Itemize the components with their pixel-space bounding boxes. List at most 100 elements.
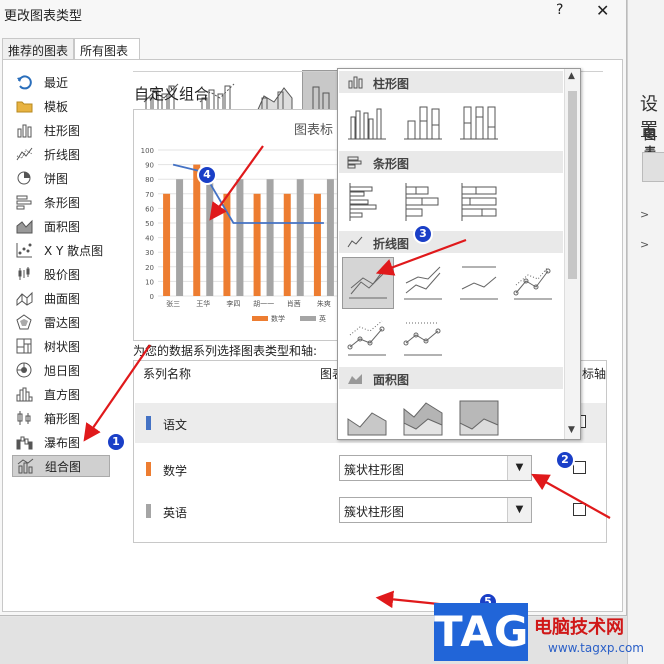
sunburst-icon [16, 362, 32, 378]
chevron-down-icon[interactable]: ▼ [507, 498, 531, 522]
category-label: 旭日图 [44, 363, 81, 378]
tab-all-charts[interactable]: 所有图表 [74, 38, 140, 60]
gallery-stacked-bar[interactable] [400, 179, 446, 225]
gallery-stacked-area[interactable] [400, 395, 446, 439]
category-column-chart[interactable]: 柱形图 [12, 119, 110, 141]
header-secondary-axis: 标轴 [582, 367, 607, 381]
background-window: 设置 图表 > > [627, 0, 664, 664]
legend-label-1: 英 [319, 314, 326, 323]
gallery-scrollbar[interactable]: ▲ ▼ [564, 69, 580, 439]
gallery-100pct-column[interactable] [456, 99, 502, 145]
category-combo-chart[interactable]: 组合图 [12, 455, 110, 477]
series-prompt-label: 为您的数据系列选择图表类型和轴: [133, 344, 318, 358]
category-label: 饼图 [44, 171, 69, 186]
y-tick-label: 60 [145, 205, 154, 213]
category-histogram[interactable]: 直方图 [12, 383, 110, 405]
waterfall-icon [16, 436, 33, 450]
category-surface-chart[interactable]: 曲面图 [12, 287, 110, 309]
x-tick-label: 肖茜 [287, 299, 301, 308]
category-label: 曲面图 [44, 291, 81, 306]
secondary-axis-checkbox[interactable] [573, 461, 586, 474]
category-label: 最近 [44, 75, 69, 90]
chevron-down-icon[interactable]: ▼ [507, 456, 531, 480]
gallery-section-label: 折线图 [373, 237, 410, 251]
surface-chart-icon [16, 291, 33, 306]
category-waterfall[interactable]: 瀑布图 [12, 431, 110, 453]
y-tick-label: 100 [141, 147, 154, 155]
gallery-clustered-column[interactable] [344, 99, 390, 145]
gallery-section-area: 面积图 [339, 367, 563, 389]
x-tick-label: 李四 [226, 299, 240, 308]
help-button[interactable]: ? [556, 2, 563, 18]
bar-1-0 [176, 179, 184, 296]
gallery-section-column: 柱形图 [339, 71, 563, 93]
watermark-site-name: 电脑技术网 [534, 617, 624, 638]
secondary-axis-checkbox[interactable] [573, 503, 586, 516]
scroll-down-icon[interactable]: ▼ [568, 425, 575, 435]
annotation-badge-1: 1 [106, 432, 126, 452]
category-folder[interactable]: 模板 [12, 95, 110, 117]
bar-0-5 [313, 193, 321, 296]
watermark-url: www.tagxp.com [548, 641, 644, 655]
custom-combo-heading: 自定义组合 [134, 85, 210, 103]
chart-type-dropdown[interactable]: 簇状柱形图 ▼ [339, 497, 532, 523]
category-area-chart[interactable]: 面积图 [12, 215, 110, 237]
category-treemap[interactable]: 树状图 [12, 335, 110, 357]
line-chart-icon [347, 236, 363, 248]
preview-chart-svg: 0 10 20 30 40 50 60 70 80 90 100 张三 王华 李四 胡一一 肖茜 朱爽数学 英 [141, 147, 339, 323]
gallery-section-line: 折线图 [339, 231, 563, 253]
series-row[interactable]: 英语 簇状柱形图 ▼ [135, 491, 606, 531]
close-button[interactable]: ✕ [596, 1, 609, 20]
category-label: 面积图 [44, 219, 81, 234]
category-box-whisker[interactable]: 箱形图 [12, 407, 110, 429]
category-sunburst[interactable]: 旭日图 [12, 359, 110, 381]
category-label: 条形图 [44, 195, 81, 210]
category-label: 直方图 [44, 387, 81, 402]
gallery-section-label: 面积图 [373, 373, 410, 387]
category-radar-chart[interactable]: 雷达图 [12, 311, 110, 333]
chevron-right-icon: > [640, 238, 650, 251]
category-recent[interactable]: 最近 [12, 71, 110, 93]
gallery-stacked-line[interactable] [400, 259, 446, 305]
category-scatter-chart[interactable]: X Y 散点图 [12, 239, 110, 261]
category-stock-chart[interactable]: 股价图 [12, 263, 110, 285]
scrollbar-thumb[interactable] [568, 91, 577, 279]
y-tick-label: 50 [145, 220, 154, 228]
scroll-up-icon[interactable]: ▲ [568, 71, 575, 81]
recent-icon [17, 75, 32, 90]
gallery-stacked-column[interactable] [400, 99, 446, 145]
area-chart-icon [16, 219, 33, 234]
tab-recommended[interactable]: 推荐的图表 [2, 38, 74, 60]
gallery-area[interactable] [344, 395, 390, 439]
gallery-stacked-line-markers[interactable] [344, 315, 390, 361]
category-bar-chart[interactable]: 条形图 [12, 191, 110, 213]
gallery-section-label: 柱形图 [373, 77, 410, 91]
y-tick-label: 30 [145, 249, 154, 257]
bar-0-1 [193, 164, 201, 296]
category-label: 瀑布图 [44, 435, 81, 450]
histogram-icon [16, 387, 33, 402]
background-fill-icon [642, 152, 664, 182]
dialog-title: 更改图表类型 [4, 9, 83, 24]
gallery-100pct-line-markers[interactable] [400, 315, 446, 361]
bar-1-1 [206, 179, 214, 296]
gallery-100pct-line[interactable] [456, 259, 502, 305]
bar-chart-icon [347, 156, 362, 169]
gallery-line[interactable] [342, 257, 394, 309]
column-chart-icon [17, 124, 32, 138]
annotation-badge-2: 2 [555, 450, 575, 470]
gallery-line-markers[interactable] [510, 259, 556, 305]
gallery-100pct-area[interactable] [456, 395, 502, 439]
category-line-chart[interactable]: 折线图 [12, 143, 110, 165]
y-tick-label: 80 [145, 176, 154, 184]
chart-type-dropdown[interactable]: 簇状柱形图 ▼ [339, 455, 532, 481]
gallery-clustered-bar[interactable] [344, 179, 390, 225]
series-row[interactable]: 数学 簇状柱形图 ▼ [135, 449, 606, 489]
series-color-swatch [146, 416, 151, 430]
gallery-100pct-bar[interactable] [456, 179, 502, 225]
y-tick-label: 0 [150, 293, 154, 301]
category-pie-chart[interactable]: 饼图 [12, 167, 110, 189]
legend-swatch-0 [252, 316, 268, 321]
folder-icon [16, 101, 33, 113]
category-label: 模板 [44, 99, 69, 114]
